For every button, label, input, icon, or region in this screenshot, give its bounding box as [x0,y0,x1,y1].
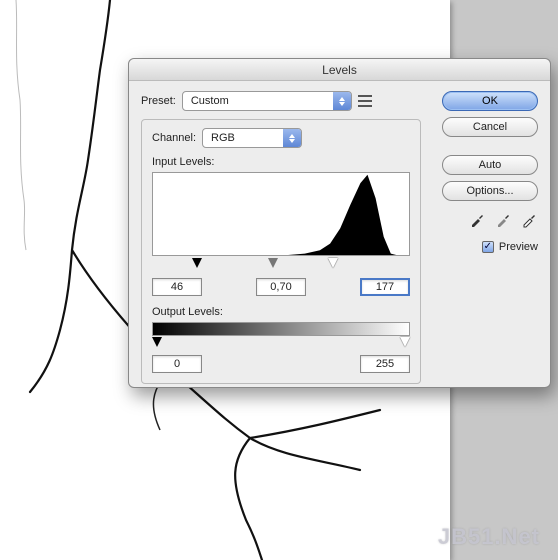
output-gradient [152,322,410,336]
input-gamma-field[interactable]: 0,70 [256,278,306,296]
eyedropper-white-icon[interactable] [520,211,538,229]
input-white-slider[interactable] [328,258,338,268]
preset-value: Custom [191,95,229,107]
channel-select[interactable]: RGB [202,128,302,148]
ok-button[interactable]: OK [442,91,538,111]
channel-label: Channel: [152,132,196,144]
preview-label: Preview [499,241,538,253]
output-levels-label: Output Levels: [152,306,410,318]
input-slider-track[interactable] [152,258,410,272]
output-white-field[interactable]: 255 [360,355,410,373]
input-black-slider[interactable] [192,258,202,268]
dialog-title[interactable]: Levels [129,59,550,81]
preset-label: Preset: [141,95,176,107]
cancel-button[interactable]: Cancel [442,117,538,137]
histogram [152,172,410,256]
preview-checkbox[interactable] [482,241,494,253]
output-white-slider[interactable] [400,337,410,347]
eyedropper-black-icon[interactable] [468,211,486,229]
levels-dialog: Levels Preset: Custom Channel: RGB Input [128,58,551,388]
chevron-updown-icon [283,129,301,147]
auto-button[interactable]: Auto [442,155,538,175]
chevron-updown-icon [333,92,351,110]
eyedropper-row [442,211,538,229]
channel-value: RGB [211,132,235,144]
options-button[interactable]: Options... [442,181,538,201]
input-white-field[interactable]: 177 [360,278,410,296]
input-levels-label: Input Levels: [152,156,410,168]
preset-select[interactable]: Custom [182,91,352,111]
watermark: JB51.Net [438,524,540,550]
input-black-field[interactable]: 46 [152,278,202,296]
eyedropper-gray-icon[interactable] [494,211,512,229]
preset-menu-icon[interactable] [358,94,372,108]
levels-group: Channel: RGB Input Levels: 46 0,70 [141,119,421,384]
input-gamma-slider[interactable] [268,258,278,268]
output-black-slider[interactable] [152,337,162,347]
output-black-field[interactable]: 0 [152,355,202,373]
output-slider-track[interactable] [152,337,410,349]
